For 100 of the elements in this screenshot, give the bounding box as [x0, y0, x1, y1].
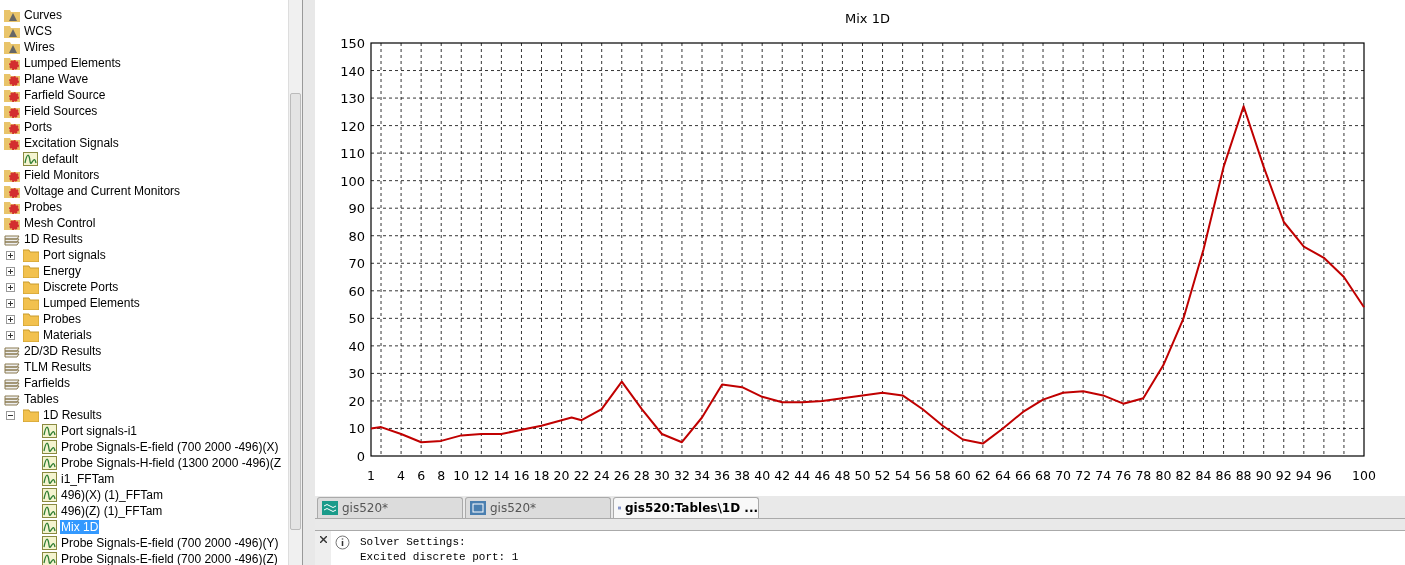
document-tab[interactable]: gis520*	[465, 497, 611, 518]
x-tick-label: 96	[1315, 468, 1332, 483]
tree-item[interactable]: Probes	[42, 312, 83, 326]
tree-item[interactable]: i1_FFTam	[60, 472, 116, 486]
tree-item[interactable]: Mesh Control	[23, 216, 97, 230]
tree-item[interactable]: Port signals-i1	[60, 424, 139, 438]
x-tick-label: 18	[533, 468, 550, 483]
x-tick-label: 94	[1295, 468, 1312, 483]
chart-title: Mix 1D	[845, 11, 890, 26]
tree-item[interactable]: Plane Wave	[23, 72, 90, 86]
tree-item[interactable]: Probe Signals-E-field (700 2000 -496)(Y)	[60, 536, 280, 550]
log-message: Excited discrete port: 1	[360, 550, 519, 565]
y-tick-label: 90	[348, 201, 365, 217]
expand-toggle[interactable]	[6, 250, 15, 260]
y-tick-label: 10	[348, 421, 365, 437]
signal-icon	[42, 552, 57, 565]
x-tick-label: 62	[974, 468, 991, 483]
expand-toggle[interactable]	[6, 266, 15, 276]
x-tick-label: 90	[1255, 468, 1272, 483]
folder-gear-icon	[4, 200, 20, 214]
signal-icon	[42, 504, 57, 518]
x-tick-label: 52	[874, 468, 891, 483]
x-tick-label: 68	[1035, 468, 1051, 483]
x-tick-label: 4	[397, 468, 406, 483]
expand-toggle[interactable]	[6, 282, 15, 292]
x-tick-label: 56	[914, 468, 931, 483]
tree-item[interactable]: Probe Signals-E-field (700 2000 -496)(X)	[60, 440, 280, 454]
x-tick-label: 54	[894, 468, 911, 483]
tree-item[interactable]: Probes	[23, 200, 64, 214]
x-tick-label: 1	[367, 468, 375, 483]
x-tick-label: 48	[834, 468, 851, 483]
x-tick-label: 42	[774, 468, 791, 483]
signal-icon	[42, 520, 57, 534]
tree-item[interactable]: 2D/3D Results	[23, 344, 103, 358]
y-tick-label: 110	[340, 146, 365, 162]
tree-item[interactable]: 1D Results	[42, 408, 103, 422]
signal-icon	[42, 424, 57, 438]
tree-item[interactable]: TLM Results	[23, 360, 93, 374]
tree-item[interactable]: Curves	[23, 8, 63, 22]
folder-warning-icon	[4, 40, 20, 54]
y-tick-label: 20	[348, 393, 365, 409]
tree-item[interactable]: Wires	[23, 40, 56, 54]
plus-icon	[8, 300, 13, 306]
y-tick-label: 150	[340, 36, 365, 51]
x-tick-label: 14	[493, 468, 510, 483]
x-tick-label: 84	[1195, 468, 1212, 483]
y-tick-label: 60	[348, 283, 365, 299]
expand-toggle[interactable]	[6, 298, 15, 308]
tree-item[interactable]: Farfields	[23, 376, 71, 390]
tree-item[interactable]: Materials	[42, 328, 93, 342]
x-tick-label: 28	[633, 468, 650, 483]
plus-icon	[8, 252, 13, 258]
tree-item[interactable]: 496)(X) (1)_FFTam	[60, 488, 165, 502]
x-tick-label: 20	[553, 468, 570, 483]
tree-item[interactable]: Field Sources	[23, 104, 99, 118]
tree-item[interactable]: Tables	[23, 392, 60, 406]
tree-item[interactable]: Lumped Elements	[23, 56, 122, 70]
scrollbar[interactable]	[288, 0, 302, 565]
y-tick-label: 40	[348, 338, 365, 354]
tree-item[interactable]: 496)(Z) (1)_FFTam	[60, 504, 164, 518]
x-tick-label: 12	[473, 468, 490, 483]
y-tick-label: 80	[348, 228, 365, 244]
document-tab[interactable]: gis520:Tables\1D ...	[613, 497, 759, 518]
minus-icon	[8, 412, 13, 418]
tree-item[interactable]: Probe Signals-H-field (1300 2000 -496)(Z	[60, 456, 283, 470]
tree-item[interactable]: WCS	[23, 24, 53, 38]
collapse-toggle[interactable]	[6, 410, 15, 420]
tree-item[interactable]: Port signals	[42, 248, 107, 262]
tree-item[interactable]: Probe Signals-E-field (700 2000 -496)(Z)	[60, 552, 279, 565]
x-tick-label: 80	[1155, 468, 1172, 483]
tree-item[interactable]: Lumped Elements	[42, 296, 141, 310]
y-tick-label: 30	[348, 366, 365, 382]
stacked-folders-icon	[4, 344, 20, 358]
folder-icon	[23, 312, 39, 326]
stacked-folders-icon	[4, 232, 20, 246]
tree-item[interactable]: Voltage and Current Monitors	[23, 184, 182, 198]
expand-toggle[interactable]	[6, 314, 15, 324]
tree-item[interactable]: 1D Results	[23, 232, 84, 246]
x-tick-label: 92	[1275, 468, 1292, 483]
tree-item[interactable]: Field Monitors	[23, 168, 101, 182]
tree-item[interactable]: Farfield Source	[23, 88, 107, 102]
x-tick-label: 58	[934, 468, 951, 483]
expand-toggle[interactable]	[6, 330, 15, 340]
x-tick-label: 6	[417, 468, 426, 483]
tree-item[interactable]: default	[41, 152, 80, 166]
plus-icon	[8, 316, 13, 322]
tree-item[interactable]: Ports	[23, 120, 53, 134]
folder-icon	[23, 280, 39, 294]
folder-gear-icon	[4, 184, 20, 198]
x-tick-label: 10	[453, 468, 470, 483]
folder-gear-icon	[4, 104, 20, 118]
tree-item[interactable]: Discrete Ports	[42, 280, 120, 294]
folder-icon	[23, 328, 39, 342]
folder-gear-icon	[4, 56, 20, 70]
folder-gear-icon	[4, 168, 20, 182]
folder-icon	[23, 264, 39, 278]
tree-item[interactable]: Excitation Signals	[23, 136, 120, 150]
close-icon[interactable]	[319, 536, 327, 543]
tree-item[interactable]: Energy	[42, 264, 83, 278]
document-tab[interactable]: gis520*	[317, 497, 463, 518]
